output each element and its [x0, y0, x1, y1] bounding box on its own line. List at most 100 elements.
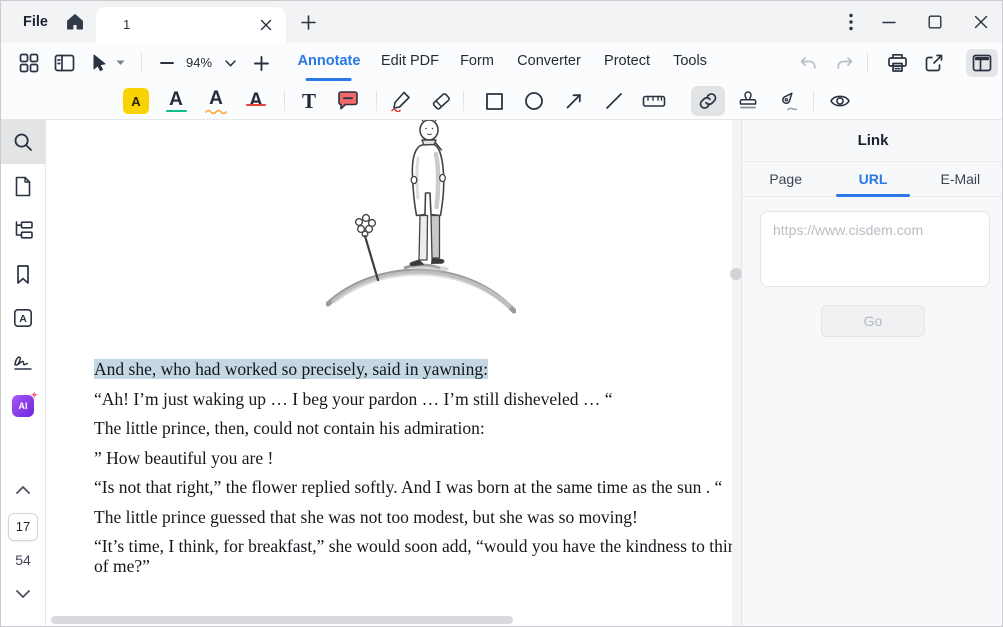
close-tab-button[interactable]: [258, 17, 274, 33]
print-button[interactable]: [885, 51, 909, 75]
kebab-icon: [849, 13, 853, 31]
outline-tree-icon: [13, 220, 34, 240]
selected-text[interactable]: And she, who had worked so precisely, sa…: [94, 359, 488, 379]
sidebar-item-pages[interactable]: [1, 174, 45, 198]
minimize-button[interactable]: [877, 10, 901, 34]
arrow-tool[interactable]: [560, 87, 588, 115]
paragraph: The little prince, then, could not conta…: [94, 419, 732, 439]
close-icon: [260, 19, 272, 31]
add-text-tool[interactable]: T: [295, 87, 323, 115]
chevron-down-icon: [16, 590, 30, 598]
file-menu[interactable]: File: [17, 1, 54, 43]
tab-tools[interactable]: Tools: [673, 43, 707, 82]
panel-resize-gutter[interactable]: [732, 120, 741, 627]
paragraph: The little prince guessed that she was n…: [94, 508, 732, 528]
horizontal-scrollbar[interactable]: [51, 616, 513, 624]
pdf-page[interactable]: And she, who had worked so precisely, sa…: [46, 120, 732, 627]
select-tool-button[interactable]: [87, 51, 111, 75]
sidebar-item-annotations[interactable]: A: [1, 306, 45, 330]
maximize-button[interactable]: [923, 10, 947, 34]
redo-icon: [836, 56, 854, 71]
main-toolbar: 94% Annotate Edit PDF Form Converter Pro…: [1, 43, 1003, 82]
signature-tool[interactable]: [774, 87, 802, 115]
current-page-input[interactable]: 17: [8, 513, 38, 541]
squiggly-icon: A: [205, 89, 227, 114]
export-button[interactable]: [922, 51, 946, 75]
plus-icon: [301, 15, 316, 30]
document-tab[interactable]: 1: [96, 7, 286, 43]
previous-page-button[interactable]: [1, 478, 45, 502]
url-input[interactable]: [760, 211, 990, 287]
redo-button[interactable]: [833, 51, 857, 75]
minimize-icon: [881, 14, 897, 30]
split-view-button[interactable]: [52, 51, 76, 75]
thumbnail-grid-button[interactable]: [17, 51, 41, 75]
home-icon: [65, 12, 85, 32]
page-icon: [14, 176, 32, 197]
stamp-tool[interactable]: [734, 87, 762, 115]
zoom-level[interactable]: 94%: [177, 43, 221, 82]
tab-url[interactable]: URL: [829, 162, 916, 196]
stamp-icon: [737, 90, 759, 112]
zoom-in-button[interactable]: [249, 51, 273, 75]
tab-page[interactable]: Page: [742, 162, 829, 196]
measure-tool[interactable]: [638, 87, 670, 115]
line-icon: [604, 91, 624, 111]
undo-button[interactable]: [796, 51, 820, 75]
cursor-icon: [91, 54, 107, 72]
select-tool-dropdown[interactable]: [113, 51, 127, 75]
little-prince-illustration: [326, 120, 516, 320]
sidebar-item-outline[interactable]: [1, 218, 45, 242]
reading-layout-button[interactable]: [966, 49, 998, 77]
total-pages-label: 54: [1, 552, 45, 568]
ellipse-tool[interactable]: [520, 87, 548, 115]
new-tab-button[interactable]: [297, 11, 319, 33]
comment-tool[interactable]: [334, 87, 362, 115]
link-tool[interactable]: [691, 86, 725, 116]
eye-icon: [829, 92, 851, 110]
link-type-tabs: Page URL E-Mail: [742, 162, 1003, 197]
home-button[interactable]: [61, 8, 89, 36]
next-page-button[interactable]: [1, 582, 45, 606]
tab-annotate[interactable]: Annotate: [298, 43, 361, 82]
sidebar-item-ai-assistant[interactable]: AI✦: [1, 394, 45, 418]
zoom-out-button[interactable]: [155, 51, 179, 75]
sidebar-item-search[interactable]: [1, 130, 45, 154]
link-panel: Link Page URL E-Mail Go: [741, 120, 1003, 627]
go-button[interactable]: Go: [821, 305, 925, 337]
squiggly-tool[interactable]: A: [202, 87, 230, 115]
close-window-button[interactable]: [969, 10, 993, 34]
strikethrough-tool[interactable]: A: [242, 87, 270, 115]
tab-email[interactable]: E-Mail: [917, 162, 1003, 196]
tab-form[interactable]: Form: [460, 43, 494, 82]
titlebar: File 1: [1, 1, 1003, 43]
ruler-icon: [642, 93, 666, 109]
sidebar-item-signature[interactable]: [1, 350, 45, 374]
comment-icon: [336, 90, 360, 112]
line-tool[interactable]: [600, 87, 628, 115]
eraser-tool[interactable]: [427, 87, 455, 115]
underline-tool[interactable]: A: [162, 87, 190, 115]
sidebar-item-bookmarks[interactable]: [1, 262, 45, 286]
tab-protect[interactable]: Protect: [604, 43, 650, 82]
document-text: And she, who had worked so precisely, sa…: [94, 360, 732, 586]
rectangle-icon: [485, 92, 504, 111]
tab-edit-pdf[interactable]: Edit PDF: [381, 43, 439, 82]
zoom-dropdown[interactable]: [222, 51, 238, 75]
annotate-toolbar: A A A A T: [1, 82, 1003, 120]
rectangle-tool[interactable]: [480, 87, 508, 115]
caret-down-icon: [116, 60, 125, 66]
overflow-menu-button[interactable]: [839, 10, 863, 34]
paragraph: “Is not that right,” the flower replied …: [94, 478, 732, 498]
divider: [376, 91, 377, 111]
print-icon: [887, 53, 908, 73]
pencil-tool[interactable]: [387, 87, 415, 115]
show-annotations-tool[interactable]: [826, 87, 854, 115]
minus-icon: [160, 56, 174, 70]
text-icon: T: [302, 91, 316, 112]
tab-converter[interactable]: Converter: [517, 43, 581, 82]
highlight-tool[interactable]: A: [122, 87, 150, 115]
arrow-icon: [564, 91, 584, 111]
circle-icon: [524, 91, 544, 111]
split-view-icon: [54, 54, 75, 72]
